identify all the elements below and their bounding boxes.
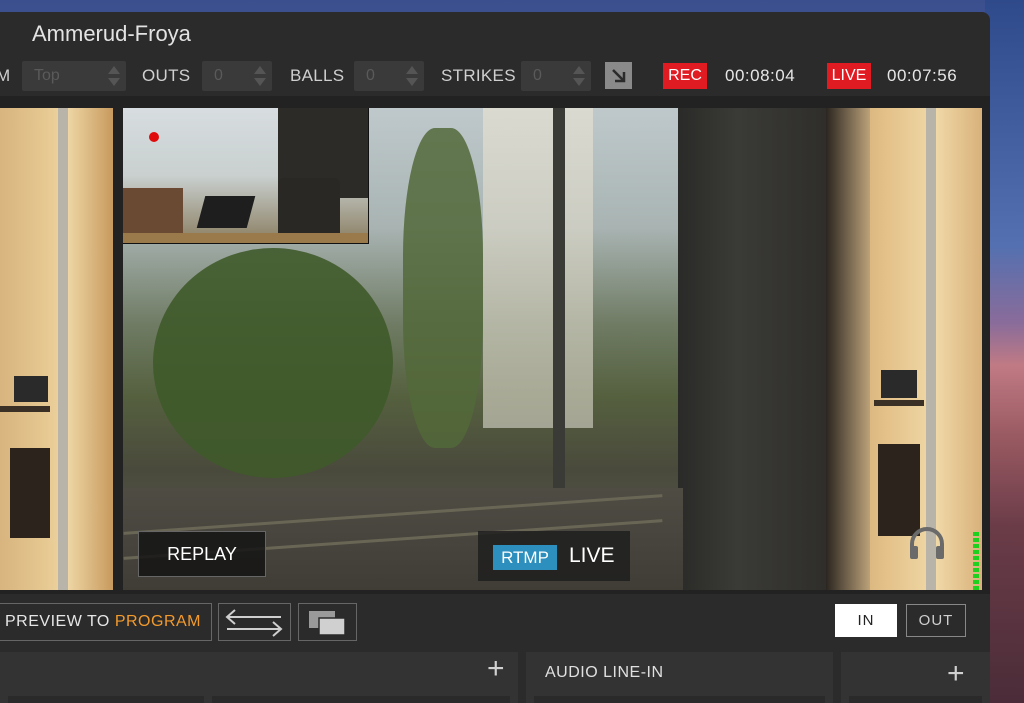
strikes-value: 0	[533, 67, 542, 84]
stepper-up-icon[interactable]	[573, 66, 585, 74]
recording-dot-icon	[149, 132, 159, 142]
strikes-label: STRIKES	[441, 66, 516, 85]
balls-label: BALLS	[290, 66, 345, 85]
preview-to-program-button[interactable]: PREVIEW TO PROGRAM	[0, 603, 212, 641]
live-badge: LIVE	[827, 63, 871, 89]
stepper-down-icon[interactable]	[406, 78, 418, 86]
audio-line-in-title: AUDIO LINE-IN	[545, 664, 664, 681]
expand-arrow-button[interactable]	[605, 62, 632, 89]
add-source-button[interactable]: +	[487, 654, 505, 684]
strikes-stepper[interactable]: 0	[521, 61, 591, 91]
headphones-icon[interactable]	[908, 526, 946, 565]
audio-level-meter	[973, 532, 979, 590]
stepper-up-icon[interactable]	[254, 66, 266, 74]
sources-panel-body	[8, 696, 204, 703]
balls-stepper[interactable]: 0	[354, 61, 424, 91]
stepper-up-icon[interactable]	[108, 66, 120, 74]
desktop-wallpaper	[985, 0, 1024, 703]
add-audio-button[interactable]: +	[947, 659, 965, 689]
sources-panel-body	[212, 696, 510, 703]
right-panel-body	[849, 696, 982, 703]
truncated-label: M	[0, 66, 11, 85]
live-timer: 00:07:56	[887, 66, 958, 85]
arrow-down-right-icon	[612, 69, 626, 83]
outs-value: 0	[214, 67, 223, 84]
balls-value: 0	[366, 67, 375, 84]
out-button[interactable]: OUT	[906, 604, 966, 637]
program-label: PROGRAM	[114, 613, 201, 630]
stream-live-label: LIVE	[569, 544, 615, 567]
outs-label: OUTS	[142, 66, 191, 85]
rec-timer: 00:08:04	[725, 66, 796, 85]
overlay-mode-button[interactable]	[298, 603, 357, 641]
inning-value: Top	[34, 67, 60, 84]
swap-button[interactable]	[218, 603, 291, 641]
stepper-up-icon[interactable]	[406, 66, 418, 74]
inning-stepper[interactable]: Top	[22, 61, 126, 91]
right-preview-video[interactable]	[826, 108, 982, 590]
audio-panel-body	[534, 696, 825, 703]
pip-camera-video[interactable]	[123, 108, 369, 244]
stepper-down-icon[interactable]	[254, 78, 266, 86]
rtmp-badge: RTMP	[493, 545, 557, 570]
layers-icon	[309, 611, 346, 636]
preview-to-label: PREVIEW TO	[5, 613, 110, 630]
stepper-down-icon[interactable]	[108, 78, 120, 86]
left-preview-video[interactable]	[0, 108, 113, 590]
outs-stepper[interactable]: 0	[202, 61, 272, 91]
stepper-down-icon[interactable]	[573, 78, 585, 86]
swap-arrows-icon	[225, 609, 283, 637]
rec-badge: REC	[663, 63, 707, 89]
replay-button[interactable]: REPLAY	[138, 531, 266, 577]
window-title: Ammerud-Froya	[32, 21, 191, 46]
in-button[interactable]: IN	[835, 604, 897, 637]
